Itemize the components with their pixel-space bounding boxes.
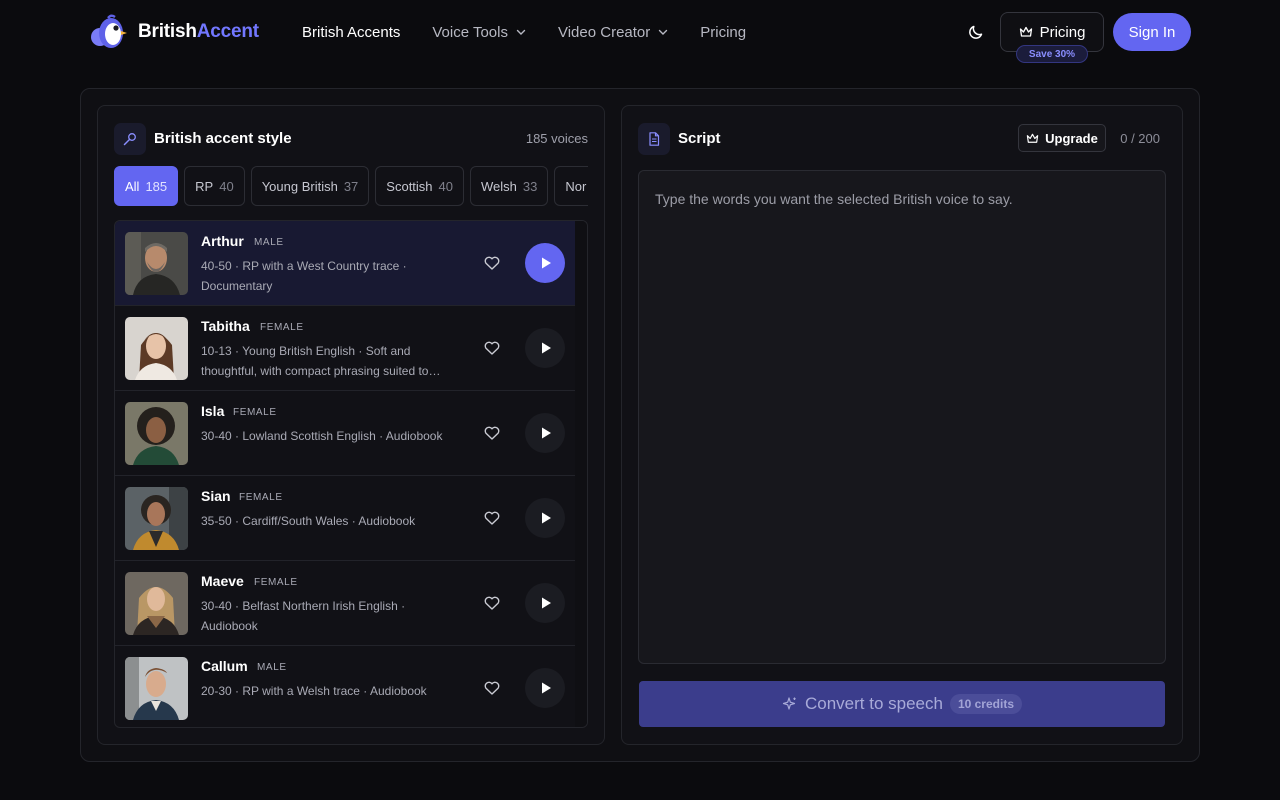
voice-gender: FEMALE [233, 407, 277, 418]
crown-icon [1019, 26, 1032, 37]
voice-row-sian[interactable]: Sian FEMALE 35-50 · Cardiff/South Wales … [115, 476, 576, 561]
nav-british-accents[interactable]: British Accents [302, 22, 400, 42]
filter-chip-all[interactable]: All 185 [114, 166, 179, 206]
voice-list: Arthur MALE 40-50 · RP with a West Count… [114, 220, 588, 728]
brand-logo[interactable]: BritishAccent [90, 13, 259, 51]
script-panel-title: Script [678, 130, 721, 147]
heart-icon[interactable] [483, 339, 501, 357]
play-icon [542, 427, 551, 439]
voice-row-isla[interactable]: Isla FEMALE 30-40 · Lowland Scottish Eng… [115, 391, 576, 476]
nav-pricing[interactable]: Pricing [700, 22, 746, 42]
avatar [125, 402, 188, 465]
crown-icon [1026, 133, 1039, 143]
save-badge: Save 30% [1016, 45, 1088, 63]
filter-chip-young-british[interactable]: Young British 37 [250, 166, 370, 206]
play-icon [542, 682, 551, 694]
voice-name: Isla [201, 403, 225, 419]
chevron-down-icon [659, 29, 668, 35]
voice-name: Sian [201, 488, 231, 504]
heart-icon[interactable] [483, 254, 501, 272]
voice-description: 20-30 · RP with a Welsh trace · Audioboo… [201, 684, 427, 698]
voice-row-tabitha[interactable]: Tabitha FEMALE 10-13 · Young British Eng… [115, 306, 576, 391]
voices-panel: British accent style 185 voices All 185 RP… [97, 105, 605, 745]
heart-icon[interactable] [483, 679, 501, 697]
upgrade-button[interactable]: Upgrade [1018, 124, 1106, 152]
convert-to-speech-button[interactable]: Convert to speech 10 credits [639, 681, 1165, 727]
voice-name: Maeve [201, 573, 244, 589]
voice-gender: MALE [254, 237, 284, 248]
accent-filters: All 185 RP 40 Young British 37 Scottish 40 Welsh… [114, 166, 588, 208]
play-button[interactable] [525, 498, 565, 538]
play-button[interactable] [525, 413, 565, 453]
avatar [125, 487, 188, 550]
heart-icon[interactable] [483, 424, 501, 442]
voice-list-scrollbar[interactable] [575, 221, 587, 727]
voice-row-maeve[interactable]: Maeve FEMALE 30-40 · Belfast Northern Ir… [115, 561, 576, 646]
microphone-icon [123, 133, 136, 146]
play-button[interactable] [525, 583, 565, 623]
document-icon [649, 132, 660, 146]
voice-style-icon-box [114, 123, 146, 155]
heart-icon[interactable] [483, 509, 501, 527]
voices-count: 185 voices [525, 131, 588, 146]
top-header: BritishAccent British Accents Voice Tool… [0, 0, 1280, 64]
voice-description: 30-40 · Belfast Northern Irish English ·… [201, 599, 406, 633]
avatar [125, 317, 188, 380]
filter-chip-northern[interactable]: Nor [554, 166, 588, 206]
voice-name: Arthur [201, 233, 244, 249]
script-panel: Script Upgrade 0 / 200 Convert to speech… [621, 105, 1183, 745]
voice-name: Callum [201, 658, 248, 674]
voice-gender: FEMALE [260, 322, 304, 333]
moon-icon [969, 25, 983, 39]
avatar [125, 232, 188, 295]
nav-voice-tools[interactable]: Voice Tools [432, 22, 526, 42]
play-icon [542, 512, 551, 524]
script-icon-box [638, 123, 670, 155]
voice-description: 30-40 · Lowland Scottish English · Audio… [201, 429, 443, 443]
credits-badge: 10 credits [949, 694, 1022, 714]
avatar [125, 572, 188, 635]
main-nav: British Accents Voice Tools Video Creato… [302, 22, 778, 42]
chevron-down-icon [516, 29, 526, 35]
play-button[interactable] [525, 328, 565, 368]
voice-description: 40-50 · RP with a West Country trace · D… [201, 259, 407, 293]
filter-chip-welsh[interactable]: Welsh 33 [470, 166, 549, 206]
play-icon [542, 257, 551, 269]
voice-gender: MALE [257, 662, 287, 673]
voices-panel-title: British accent style [154, 130, 292, 147]
voice-name: Tabitha [201, 318, 250, 334]
heart-icon[interactable] [483, 594, 501, 612]
play-button[interactable] [525, 243, 565, 283]
theme-toggle-button[interactable] [966, 22, 986, 42]
play-icon [542, 342, 551, 354]
script-input[interactable] [638, 170, 1166, 664]
sign-in-button[interactable]: Sign In [1113, 13, 1191, 51]
bird-logo-icon [91, 14, 127, 48]
play-button[interactable] [525, 668, 565, 708]
play-icon [542, 597, 551, 609]
voice-gender: FEMALE [254, 577, 298, 588]
voice-row-callum[interactable]: Callum MALE 20-30 · RP with a Welsh trac… [115, 646, 576, 727]
voice-description: 35-50 · Cardiff/South Wales · Audiobook [201, 514, 416, 528]
voice-gender: FEMALE [239, 492, 283, 503]
voice-row-arthur[interactable]: Arthur MALE 40-50 · RP with a West Count… [115, 221, 576, 306]
filter-chip-scottish[interactable]: Scottish 40 [375, 166, 465, 206]
nav-video-creator[interactable]: Video Creator [558, 22, 668, 42]
sparkle-icon [782, 697, 796, 710]
character-count: 0 / 200 [1120, 131, 1160, 146]
avatar [125, 657, 188, 720]
voice-description: 10-13 · Young British English · Soft and… [201, 344, 441, 378]
brand-name: BritishAccent [138, 21, 259, 42]
filter-chip-rp[interactable]: RP 40 [184, 166, 245, 206]
